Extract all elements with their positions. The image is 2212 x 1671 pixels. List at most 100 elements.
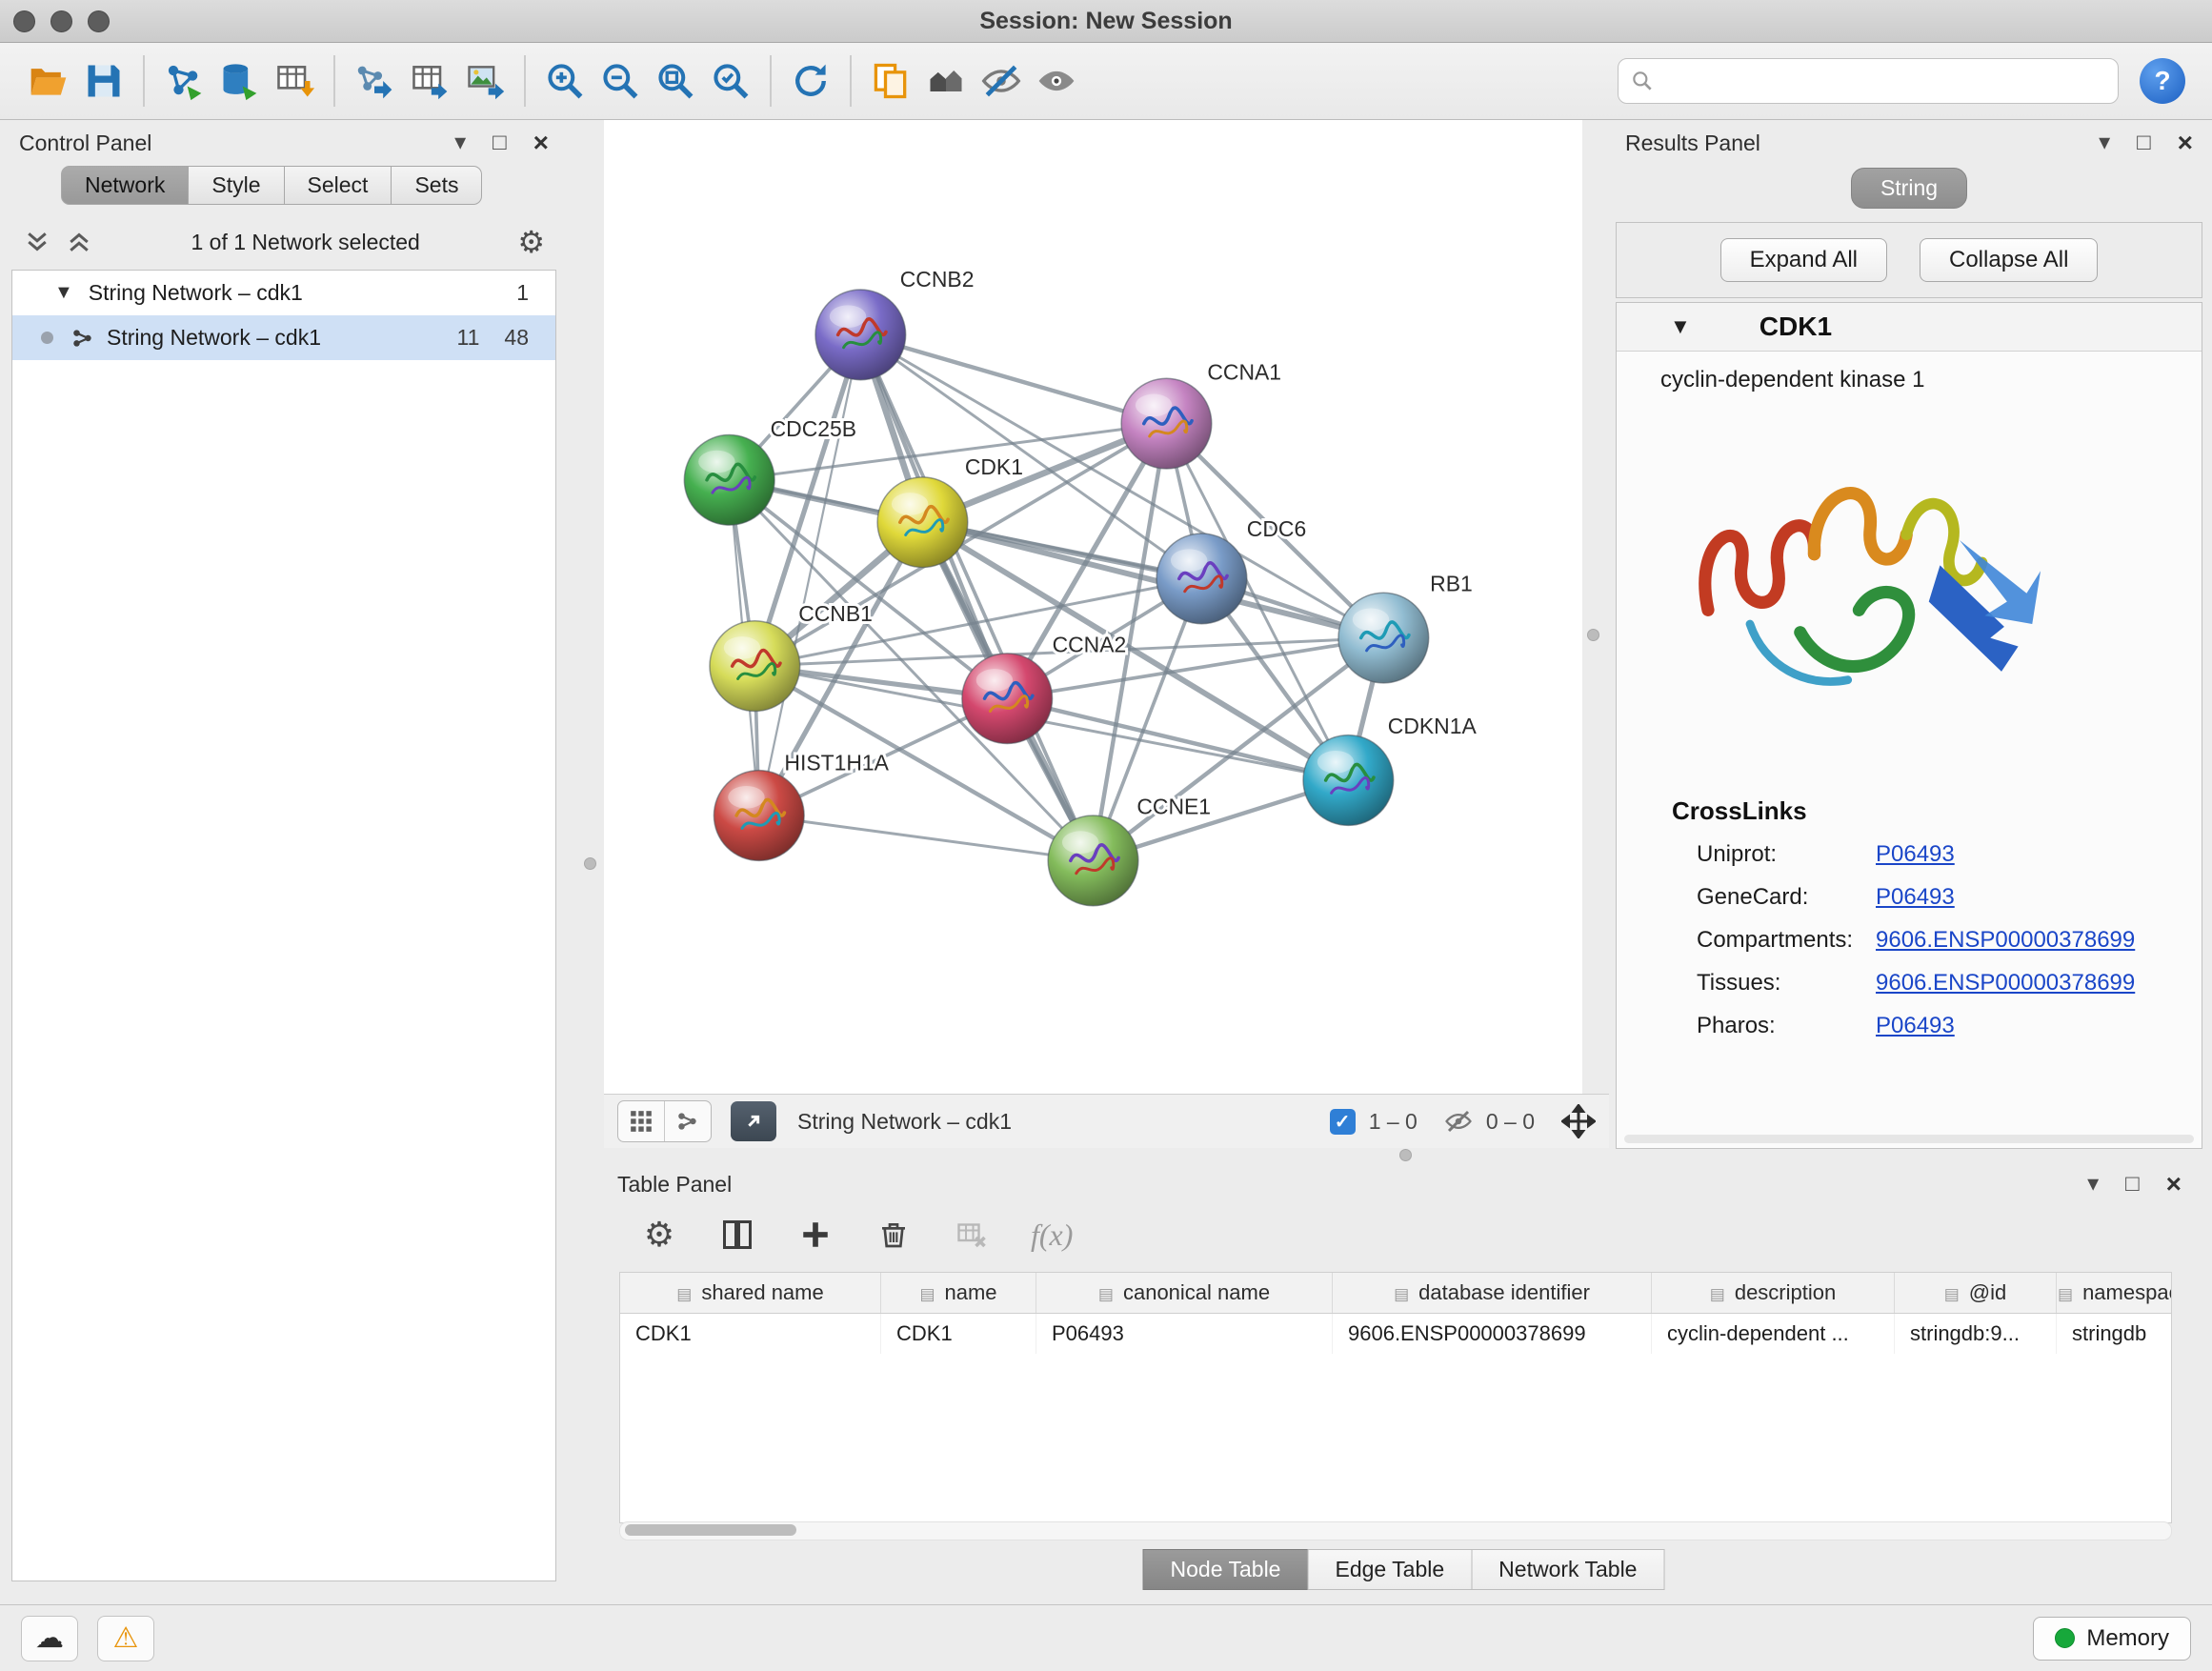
birdseye-view-button[interactable] bbox=[618, 1101, 664, 1141]
table-row[interactable]: CDK1CDK1P064939606.ENSP00000378699cyclin… bbox=[620, 1314, 2172, 1355]
zoom-out-button[interactable] bbox=[593, 53, 648, 109]
cloud-status-button[interactable]: ☁ bbox=[21, 1616, 78, 1661]
panel-close-icon[interactable]: × bbox=[533, 130, 549, 156]
scrollbar-thumb[interactable] bbox=[625, 1524, 796, 1536]
table-cell[interactable]: 9606.ENSP00000378699 bbox=[1333, 1314, 1652, 1355]
crosslink-link[interactable]: 9606.ENSP00000378699 bbox=[1876, 927, 2202, 954]
column-header-name[interactable]: ▤name bbox=[881, 1273, 1036, 1314]
pan-crosshair-icon[interactable] bbox=[1561, 1104, 1596, 1138]
delete-column-button[interactable] bbox=[875, 1216, 913, 1254]
search-input[interactable] bbox=[1655, 68, 2106, 95]
entry-collapse-icon[interactable]: ▼ bbox=[1670, 314, 1691, 339]
import-network-database-button[interactable] bbox=[211, 53, 267, 109]
network-edge[interactable] bbox=[759, 334, 861, 815]
tab-select[interactable]: Select bbox=[285, 166, 392, 205]
table-cell[interactable]: cyclin-dependent ... bbox=[1652, 1314, 1895, 1355]
column-header-description[interactable]: ▤description bbox=[1652, 1273, 1895, 1314]
export-image-button[interactable] bbox=[457, 53, 513, 109]
results-scrollbar[interactable] bbox=[1624, 1135, 2194, 1143]
horizontal-splitter-grip[interactable] bbox=[1399, 1149, 1412, 1161]
tab-style[interactable]: Style bbox=[189, 166, 284, 205]
tree-caret-icon[interactable]: ▼ bbox=[54, 282, 73, 304]
table-cell[interactable]: CDK1 bbox=[881, 1314, 1036, 1355]
tab-node-table[interactable]: Node Table bbox=[1143, 1549, 1309, 1590]
crosslink-link[interactable]: P06493 bbox=[1876, 841, 2202, 868]
save-session-button[interactable] bbox=[76, 53, 131, 109]
show-panels-button[interactable] bbox=[918, 53, 974, 109]
table-cell[interactable]: stringdb bbox=[2057, 1314, 2173, 1355]
network-node-cdc25b[interactable]: CDC25B bbox=[684, 416, 856, 525]
column-header-database-identifier[interactable]: ▤database identifier bbox=[1333, 1273, 1652, 1314]
results-splitter-grip[interactable] bbox=[1587, 629, 1599, 641]
network-edge[interactable] bbox=[860, 334, 1166, 423]
selected-checkbox[interactable]: ✓ bbox=[1330, 1109, 1356, 1135]
table-settings-button[interactable]: ⚙ bbox=[640, 1216, 678, 1254]
minimize-window-button[interactable] bbox=[50, 10, 72, 32]
table-horizontal-scrollbar[interactable] bbox=[619, 1521, 2172, 1540]
panel-close-icon[interactable]: × bbox=[2166, 1171, 2182, 1198]
crosslink-link[interactable]: 9606.ENSP00000378699 bbox=[1876, 970, 2202, 997]
panel-float-icon[interactable]: □ bbox=[493, 131, 507, 154]
column-header-shared-name[interactable]: ▤shared name bbox=[620, 1273, 881, 1314]
memory-button[interactable]: Memory bbox=[2033, 1617, 2191, 1661]
show-columns-button[interactable] bbox=[718, 1216, 756, 1254]
close-window-button[interactable] bbox=[13, 10, 35, 32]
open-session-button[interactable] bbox=[21, 53, 76, 109]
panel-collapse-icon[interactable]: ▾ bbox=[454, 131, 466, 154]
column-header--id[interactable]: ▤@id bbox=[1895, 1273, 2057, 1314]
import-network-file-button[interactable] bbox=[156, 53, 211, 109]
refresh-view-button[interactable] bbox=[783, 53, 838, 109]
entry-header[interactable]: ▼ CDK1 bbox=[1617, 303, 2202, 352]
hide-selected-button[interactable] bbox=[974, 53, 1029, 109]
network-edge[interactable] bbox=[860, 334, 1093, 860]
panel-float-icon[interactable]: □ bbox=[2125, 1173, 2140, 1196]
expand-all-button[interactable]: Expand All bbox=[1720, 238, 1887, 282]
panel-collapse-icon[interactable]: ▾ bbox=[2087, 1173, 2099, 1196]
network-canvas[interactable]: CCNB2CCNA1CDC25BCDK1CDC6RB1CCNB1CCNA2CDK… bbox=[604, 120, 1582, 1094]
string-results-tab[interactable]: String bbox=[1851, 168, 1967, 209]
gear-icon[interactable]: ⚙ bbox=[517, 227, 545, 257]
annotation-button[interactable] bbox=[863, 53, 918, 109]
network-node-rb1[interactable]: RB1 bbox=[1338, 572, 1473, 683]
panel-collapse-icon[interactable]: ▾ bbox=[2099, 131, 2110, 154]
detach-view-button[interactable] bbox=[731, 1101, 776, 1141]
add-column-button[interactable] bbox=[796, 1216, 835, 1254]
collapse-all-button[interactable]: Collapse All bbox=[1920, 238, 2098, 282]
zoom-fit-button[interactable] bbox=[648, 53, 703, 109]
tab-sets[interactable]: Sets bbox=[392, 166, 482, 205]
export-table-button[interactable] bbox=[402, 53, 457, 109]
network-edge[interactable] bbox=[759, 815, 1094, 860]
column-header-canonical-name[interactable]: ▤canonical name bbox=[1036, 1273, 1333, 1314]
help-button[interactable]: ? bbox=[2140, 58, 2185, 104]
column-header-namespac[interactable]: ▤namespac bbox=[2057, 1273, 2173, 1314]
vertical-splitter-grip[interactable] bbox=[584, 857, 596, 870]
tab-edge-table[interactable]: Edge Table bbox=[1307, 1549, 1472, 1590]
table-cell[interactable]: CDK1 bbox=[620, 1314, 881, 1355]
zoom-in-button[interactable] bbox=[537, 53, 593, 109]
network-overview-button[interactable] bbox=[664, 1101, 711, 1141]
tab-network-table[interactable]: Network Table bbox=[1471, 1549, 1664, 1590]
import-table-button[interactable] bbox=[267, 53, 322, 109]
network-row[interactable]: String Network – cdk1 11 48 bbox=[12, 315, 555, 360]
crosslink-link[interactable]: P06493 bbox=[1876, 1013, 2202, 1039]
collapse-all-icon[interactable] bbox=[23, 228, 51, 256]
tab-network[interactable]: Network bbox=[61, 166, 189, 205]
table-cell[interactable]: stringdb:9... bbox=[1895, 1314, 2057, 1355]
expand-all-icon[interactable] bbox=[65, 228, 93, 256]
network-collection-row[interactable]: ▼ String Network – cdk1 1 bbox=[12, 271, 555, 315]
network-node-hist1h1a[interactable]: HIST1H1A bbox=[714, 751, 889, 861]
zoom-selected-button[interactable] bbox=[703, 53, 758, 109]
export-network-button[interactable] bbox=[347, 53, 402, 109]
network-node-ccna1[interactable]: CCNA1 bbox=[1121, 360, 1281, 469]
function-builder-button[interactable]: f(x) bbox=[1031, 1218, 1073, 1253]
show-all-button[interactable] bbox=[1029, 53, 1084, 109]
warnings-button[interactable]: ⚠ bbox=[97, 1616, 154, 1661]
search-box[interactable] bbox=[1618, 58, 2119, 104]
table-cell[interactable]: P06493 bbox=[1036, 1314, 1333, 1355]
panel-float-icon[interactable]: □ bbox=[2137, 131, 2151, 154]
panel-close-icon[interactable]: × bbox=[2178, 130, 2193, 156]
network-node-cdk1[interactable]: CDK1 bbox=[877, 454, 1023, 568]
network-node-cdkn1a[interactable]: CDKN1A bbox=[1303, 714, 1477, 825]
crosslink-link[interactable]: P06493 bbox=[1876, 884, 2202, 911]
zoom-window-button[interactable] bbox=[88, 10, 110, 32]
